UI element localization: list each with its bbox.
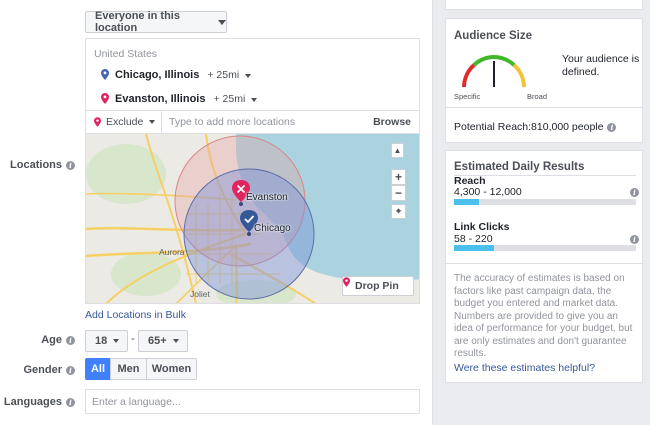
gender-selector: All Men Women (85, 358, 197, 380)
link-clicks-progress-fill (454, 245, 495, 251)
map-pin-icon (94, 117, 101, 127)
info-icon[interactable]: i (66, 365, 75, 375)
map-city-label: Joliet (190, 289, 210, 299)
info-icon[interactable]: i (66, 397, 75, 407)
gauge-low-label: Specific (454, 92, 481, 101)
estimates-feedback-link[interactable]: Were these estimates helpful? (454, 362, 595, 374)
location-map[interactable]: Evanston Chicago Aurora Joliet ▲ + − ⌖ D… (85, 134, 420, 304)
location-name: Evanston, Illinois (115, 93, 206, 105)
estimated-results-card: Estimated Daily Results Reach 4,300 - 12… (445, 150, 643, 383)
chevron-down-icon (245, 74, 252, 78)
reach-progress-bar (454, 199, 636, 205)
gender-all-button[interactable]: All (85, 358, 111, 380)
map-pan-up-button[interactable]: ▲ (391, 143, 404, 158)
info-icon[interactable]: i (607, 122, 617, 132)
radius-value: + 25mi (213, 93, 246, 105)
location-item-chicago: Chicago, Illinois + 25mi (101, 69, 252, 81)
divider (446, 107, 642, 108)
map-city-label: Evanston (246, 192, 288, 203)
map-pin-icon (101, 93, 109, 104)
chevron-down-icon (218, 19, 226, 25)
audience-gauge-icon (462, 55, 526, 88)
link-clicks-range: 58 - 220 (454, 233, 493, 245)
map-city-label: Aurora (159, 247, 185, 257)
location-entry-row: Exclude Browse (85, 110, 420, 134)
country-heading: United States (94, 48, 158, 60)
age-label: Age i (10, 334, 75, 346)
languages-label: Languages i (0, 396, 75, 408)
age-max-dropdown[interactable]: 65+ (138, 330, 188, 352)
previous-card (445, 0, 643, 10)
age-min-value: 18 (95, 335, 108, 347)
gender-label-text: Gender (23, 364, 62, 376)
include-exclude-dropdown[interactable]: Exclude (86, 111, 162, 133)
radius-dropdown[interactable]: + 25mi (213, 93, 258, 105)
radius-dropdown[interactable]: + 25mi (207, 69, 252, 81)
gender-label: Gender i (10, 364, 75, 376)
chevron-down-icon (113, 339, 120, 343)
map-pin-icon (343, 277, 350, 287)
selected-locations-list: United States Chicago, Illinois + 25mi E… (85, 38, 420, 110)
zoom-in-button[interactable]: + (391, 169, 406, 185)
chevron-down-icon (149, 120, 156, 124)
include-mode-label: Exclude (106, 116, 144, 128)
fit-bounds-icon[interactable]: ⌖ (391, 204, 406, 219)
gender-women-button[interactable]: Women (146, 358, 197, 380)
info-icon[interactable]: i (66, 160, 75, 170)
age-label-text: Age (41, 334, 62, 346)
info-icon[interactable]: i (630, 235, 639, 244)
gauge-high-label: Broad (527, 92, 548, 101)
audience-targeting-panel: Everyone in this location Locations i Un… (0, 0, 432, 425)
age-separator: - (131, 333, 135, 345)
reach-range: 4,300 - 12,000 (454, 186, 522, 198)
potential-reach-text: Potential Reach:810,000 people (454, 121, 604, 133)
radius-value: + 25mi (207, 69, 240, 81)
zoom-out-button[interactable]: − (391, 185, 406, 201)
divider (446, 263, 642, 264)
chevron-down-icon (251, 98, 258, 102)
results-sidebar: Audience Size Specific Broad Your audien… (432, 0, 650, 425)
info-icon[interactable]: i (630, 188, 639, 197)
locations-label-text: Locations (10, 159, 62, 171)
reach-progress-fill (454, 199, 480, 205)
chevron-down-icon (172, 339, 179, 343)
location-type-dropdown[interactable]: Everyone in this location (85, 10, 227, 34)
browse-button[interactable]: Browse (373, 116, 419, 128)
gender-men-button[interactable]: Men (110, 358, 147, 380)
potential-reach: Potential Reach:810,000 people i (454, 121, 617, 133)
age-max-value: 65+ (148, 335, 167, 347)
age-min-dropdown[interactable]: 18 (85, 330, 128, 352)
location-type-label: Everyone in this location (95, 10, 180, 34)
locations-label: Locations i (10, 159, 75, 171)
add-locations-in-bulk-link[interactable]: Add Locations in Bulk (85, 309, 186, 321)
map-pin-icon (101, 69, 109, 80)
drop-pin-label: Drop Pin (355, 280, 399, 292)
map-city-label: Chicago (254, 223, 291, 234)
estimated-results-title: Estimated Daily Results (454, 161, 585, 173)
languages-label-text: Languages (3, 396, 62, 408)
audience-description: Your audience is defined. (562, 53, 640, 78)
location-item-evanston: Evanston, Illinois + 25mi (101, 93, 258, 105)
audience-size-title: Audience Size (454, 30, 532, 42)
location-name: Chicago, Illinois (115, 69, 200, 81)
drop-pin-button[interactable]: Drop Pin (342, 276, 414, 296)
language-input[interactable] (85, 389, 420, 414)
audience-size-card: Audience Size Specific Broad Your audien… (445, 18, 643, 143)
estimates-disclaimer: The accuracy of estimates is based on fa… (454, 273, 633, 359)
info-icon[interactable]: i (66, 335, 75, 345)
link-clicks-label: Link Clicks (454, 221, 510, 233)
location-search-input[interactable] (162, 111, 374, 133)
link-clicks-progress-bar (454, 245, 636, 251)
